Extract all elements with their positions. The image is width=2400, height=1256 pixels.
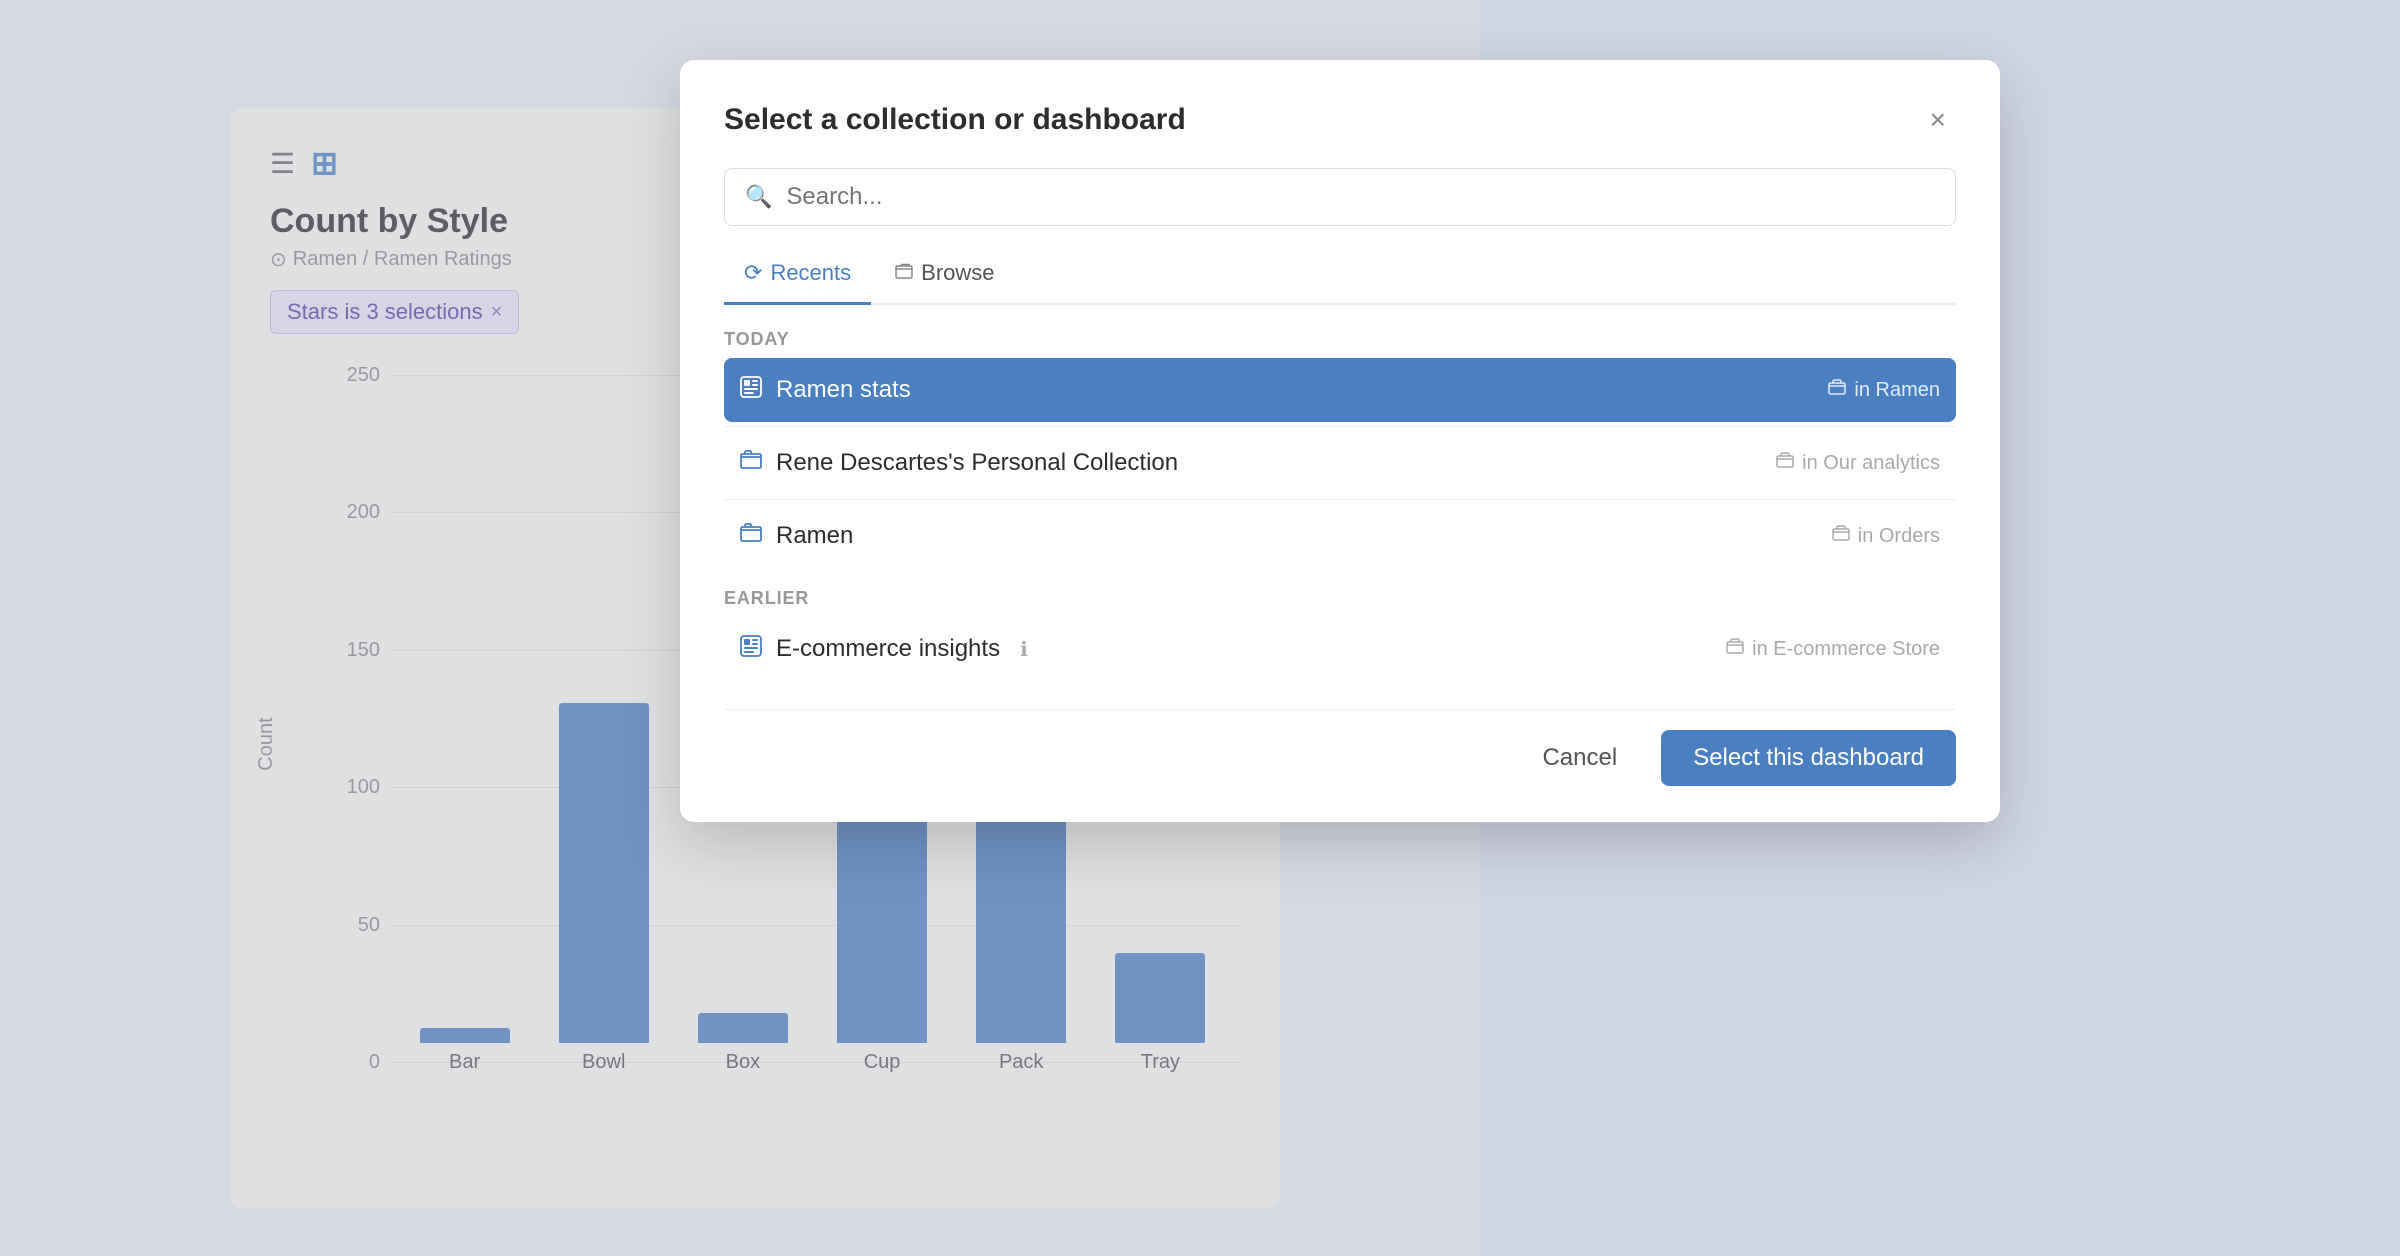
select-dashboard-button[interactable]: Select this dashboard: [1661, 730, 1956, 786]
modal-footer: Cancel Select this dashboard: [724, 709, 1956, 786]
search-input[interactable]: [786, 183, 1935, 211]
modal: Select a collection or dashboard × 🔍 ⟳ R…: [680, 60, 2000, 822]
location-icon-ramen-stats: [1828, 378, 1846, 402]
modal-title: Select a collection or dashboard: [724, 103, 1186, 137]
browse-icon: [895, 260, 913, 286]
search-icon: 🔍: [745, 184, 772, 210]
location-icon-rene: [1776, 451, 1794, 475]
folder-icon-ramen: [740, 522, 762, 550]
search-box: 🔍: [724, 168, 1956, 226]
dashboard-icon-ramen-stats: [740, 376, 762, 404]
close-button[interactable]: ×: [1920, 100, 1956, 140]
location-icon-ramen: [1832, 524, 1850, 548]
folder-icon-rene: [740, 449, 762, 477]
tab-recents[interactable]: ⟳ Recents: [724, 250, 871, 305]
info-icon-ecommerce[interactable]: ℹ: [1020, 637, 1028, 662]
earlier-label: Earlier: [724, 588, 1956, 609]
location-icon-ecommerce: [1726, 637, 1744, 661]
divider-2: [724, 499, 1956, 500]
list-item-ramen-stats[interactable]: Ramen stats in Ramen: [724, 358, 1956, 422]
tabs-row: ⟳ Recents Browse: [724, 250, 1956, 305]
divider-1: [724, 426, 1956, 427]
list-item-rene-personal[interactable]: Rene Descartes's Personal Collection in …: [724, 431, 1956, 495]
cancel-button[interactable]: Cancel: [1514, 730, 1645, 786]
list-item-ramen[interactable]: Ramen in Orders: [724, 504, 1956, 568]
recents-icon: ⟳: [744, 260, 762, 286]
tab-browse[interactable]: Browse: [875, 250, 1014, 305]
list-item-ecommerce[interactable]: E-commerce insights ℹ in E-commerce Stor…: [724, 617, 1956, 681]
today-label: Today: [724, 329, 1956, 350]
dashboard-icon-ecommerce: [740, 635, 762, 663]
modal-header: Select a collection or dashboard ×: [724, 100, 1956, 140]
